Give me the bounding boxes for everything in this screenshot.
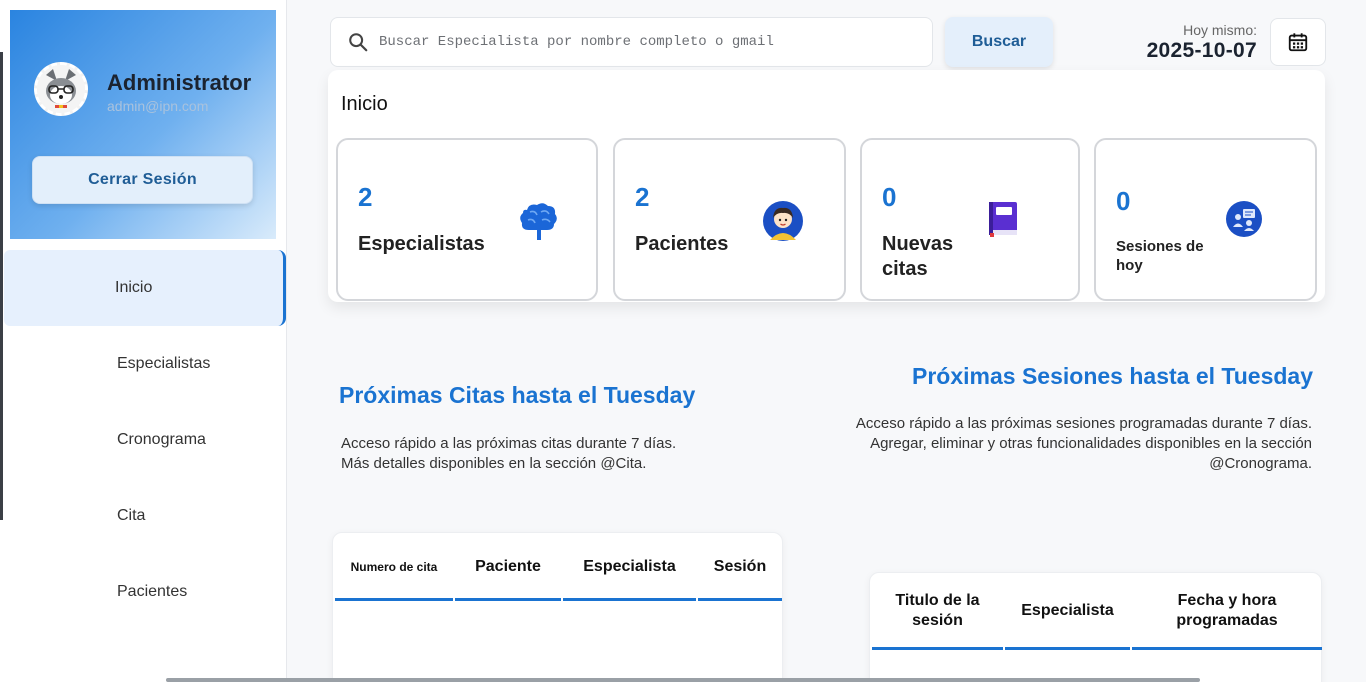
column-header-titulo-sesion[interactable]: Titulo de la sesión — [872, 575, 1003, 650]
sessions-title: Próximas Sesiones hasta el Tuesday — [912, 363, 1313, 389]
sessions-desc-line2: Agregar, eliminar y otras funcionalidade… — [870, 435, 1312, 472]
stat-value: 2 — [358, 182, 373, 212]
profile-name: Administrator — [107, 70, 252, 95]
raccoon-avatar-icon — [37, 65, 85, 113]
calendar-button[interactable] — [1270, 18, 1326, 66]
horizontal-scrollbar[interactable] — [166, 678, 1200, 682]
page-title: Inicio — [341, 93, 388, 115]
appointments-desc-line1: Acceso rápido a las próximas citas duran… — [341, 435, 677, 452]
search-icon — [349, 33, 368, 52]
brain-icon — [520, 203, 557, 240]
stat-card-sesiones-hoy[interactable]: 0 Sesiones de hoy — [1094, 138, 1317, 301]
column-header-especialista[interactable]: Especialista — [563, 535, 696, 601]
column-header-paciente[interactable]: Paciente — [455, 535, 561, 601]
stat-label: Sesiones de hoy — [1116, 238, 1204, 274]
search-input[interactable] — [379, 34, 899, 50]
stat-label: Especialistas — [358, 233, 485, 255]
stat-label: Pacientes — [635, 233, 729, 255]
stat-value: 2 — [635, 182, 650, 212]
table-header: Titulo de la sesión Especialista Fecha y… — [872, 575, 1324, 650]
session-icon — [1226, 201, 1262, 237]
search-bar — [330, 17, 933, 67]
sidebar-item-cita[interactable]: Cita — [0, 478, 287, 554]
appointments-title: Próximas Citas hasta el Tuesday — [339, 382, 696, 408]
appointments-table: Numero de cita Paciente Especialista Ses… — [332, 532, 783, 682]
sessions-desc-line1: Acceso rápido a las próximas sesiones pr… — [855, 415, 1312, 432]
profile-card: Administrator admin@ipn.com Cerrar Sesió… — [10, 10, 276, 239]
calendar-icon — [1288, 33, 1308, 52]
appointments-desc-line2: Más detalles disponibles en la sección @… — [341, 455, 647, 472]
sidebar-item-pacientes[interactable]: Pacientes — [0, 554, 287, 630]
profile-email: admin@ipn.com — [107, 98, 209, 114]
sidebar-item-inicio[interactable]: Inicio — [4, 250, 286, 326]
sidebar-item-especialistas[interactable]: Especialistas — [0, 326, 287, 402]
sidebar-item-cronograma[interactable]: Cronograma — [0, 402, 287, 478]
date-label: Hoy mismo: — [1183, 22, 1257, 38]
dashboard-panel: Inicio 2 Especialistas 2 Pacientes 0 Nue… — [328, 70, 1325, 302]
search-button[interactable]: Buscar — [945, 17, 1053, 67]
stat-card-nuevas-citas[interactable]: 0 Nuevas citas — [860, 138, 1080, 301]
logout-button[interactable]: Cerrar Sesión — [32, 156, 253, 204]
table-header: Numero de cita Paciente Especialista Ses… — [335, 535, 784, 601]
sessions-table: Titulo de la sesión Especialista Fecha y… — [869, 572, 1322, 682]
stat-card-especialistas[interactable]: 2 Especialistas — [336, 138, 598, 301]
stat-card-pacientes[interactable]: 2 Pacientes — [613, 138, 846, 301]
appointments-description: Acceso rápido a las próximas citas duran… — [341, 434, 741, 474]
column-header-numero-cita[interactable]: Numero de cita — [335, 535, 453, 601]
sessions-description: Acceso rápido a las próximas sesiones pr… — [812, 414, 1312, 474]
stat-value: 0 — [882, 182, 897, 212]
avatar — [34, 62, 88, 116]
stat-label: Nuevas citas — [882, 233, 954, 280]
column-header-sesion[interactable]: Sesión — [698, 535, 782, 601]
patient-icon — [763, 201, 803, 241]
date-value: 2025-10-07 — [1146, 39, 1257, 62]
stat-value: 0 — [1116, 186, 1131, 216]
sidebar: Administrator admin@ipn.com Cerrar Sesió… — [0, 0, 287, 682]
book-icon — [989, 202, 1017, 237]
column-header-especialista[interactable]: Especialista — [1005, 575, 1130, 650]
column-header-fecha-hora[interactable]: Fecha y hora programadas — [1132, 575, 1322, 650]
